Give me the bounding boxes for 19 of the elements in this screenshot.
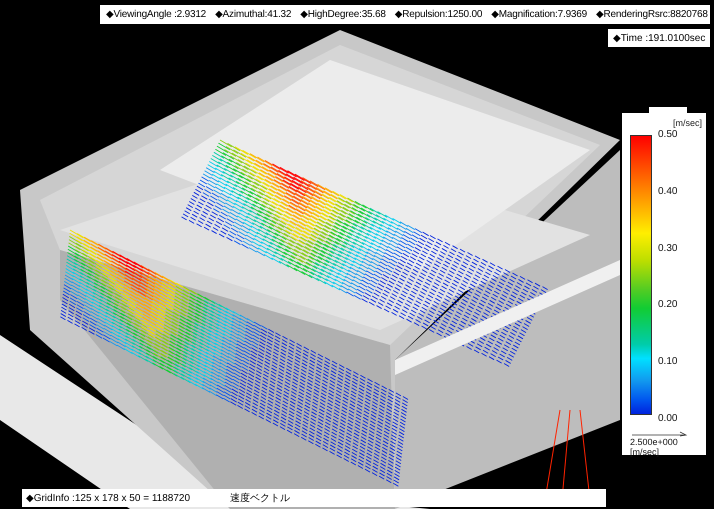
- info-item: ◆Repulsion:1250.00: [394, 9, 482, 20]
- info-item: ◆ViewingAngle :2.9312: [106, 9, 206, 20]
- view-label: 速度ベクトル: [230, 492, 290, 505]
- legend-tick: 0.10: [658, 356, 678, 368]
- legend-tick: 0.30: [658, 242, 678, 255]
- legend-tick: 0.20: [658, 299, 678, 312]
- info-item: ◆HighDegree:35.68: [300, 9, 386, 20]
- info-item: ◆RenderingRsrc:8820768: [596, 9, 708, 20]
- grid-info: ◆GridInfo :125 x 178 x 50 = 1188720: [26, 492, 190, 504]
- legend-unit: [m/sec]: [672, 118, 702, 128]
- info-item: ◆Azimuthal:41.32: [215, 9, 292, 20]
- time-label: ◆Time :191.0100sec: [608, 29, 710, 47]
- legend-tick: 0.40: [658, 186, 678, 198]
- info-item: ◆Magnification:7.9369: [491, 9, 588, 20]
- scale-arrow-icon: [630, 431, 690, 437]
- legend-tick: 0.50: [658, 129, 678, 141]
- legend-tick: 0.00: [658, 412, 678, 425]
- scale-value: 2.500e+000: [630, 437, 679, 447]
- scale-unit: [m/sec]: [630, 447, 660, 457]
